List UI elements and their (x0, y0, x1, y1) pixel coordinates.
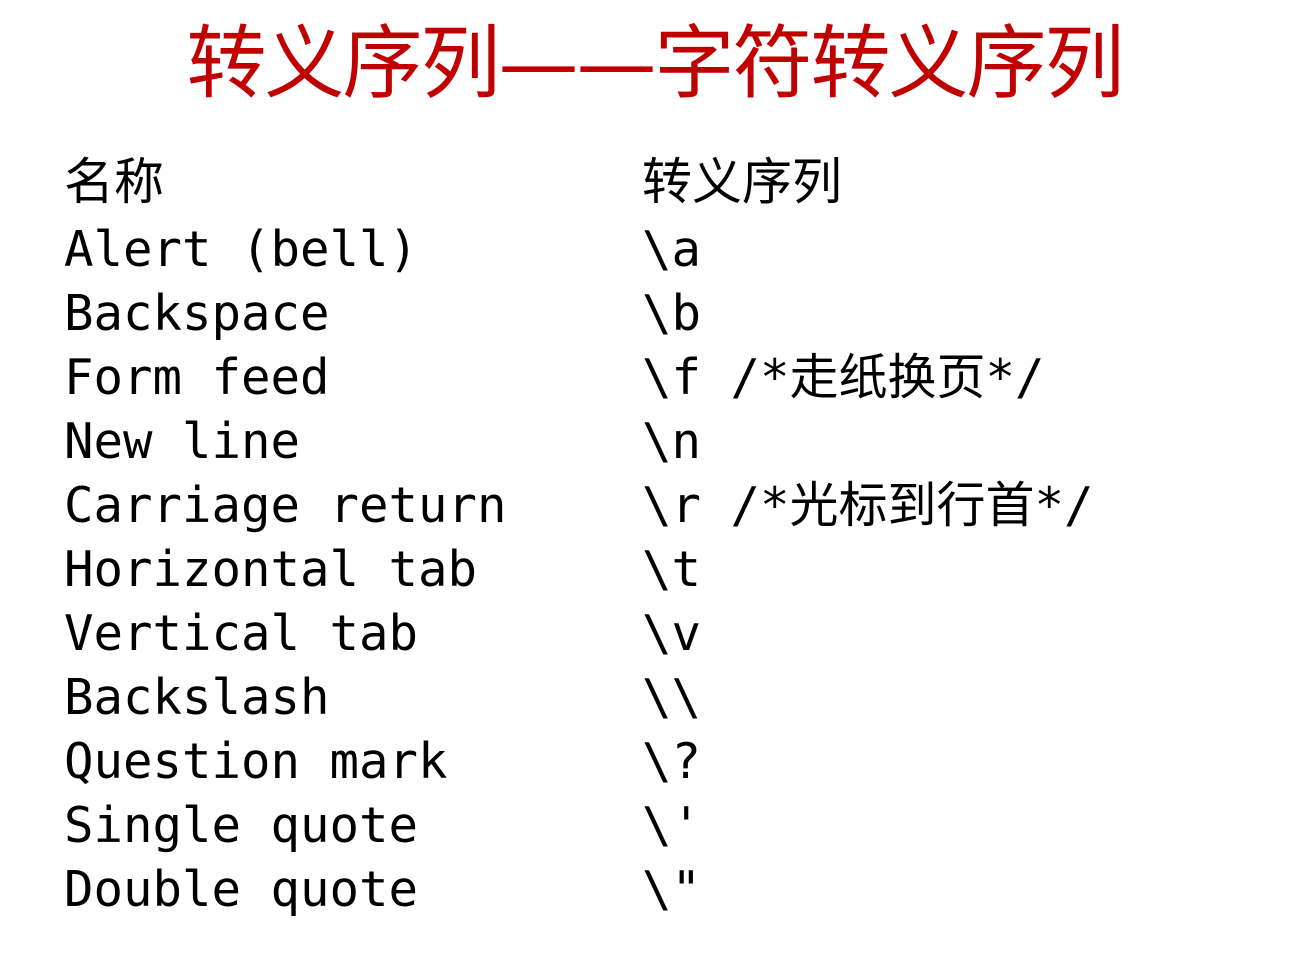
row-sequence: \a (642, 221, 702, 278)
escape-sequence-table: Alert (bell) \a Backspace \b Form feed \… (0, 218, 1309, 922)
table-row: Horizontal tab \t (0, 538, 1309, 602)
slide-title: 转义序列——字符转义序列 (186, 17, 1125, 110)
row-sequence: \b (642, 285, 702, 342)
row-name: Carriage return (64, 477, 507, 534)
row-name: Question mark (64, 733, 448, 790)
table-row: Carriage return \r /*光标到行首*/ (0, 474, 1309, 538)
row-sequence: \r /*光标到行首*/ (642, 477, 1094, 534)
table-row: Backslash \\ (0, 666, 1309, 730)
row-name: Single quote (64, 797, 419, 854)
table-row: New line \n (0, 410, 1309, 474)
row-sequence: \" (642, 861, 702, 918)
row-name: New line (64, 413, 301, 470)
row-name: Backslash (64, 669, 330, 726)
table-row: Vertical tab \v (0, 602, 1309, 666)
row-sequence: \f /*走纸换页*/ (642, 349, 1045, 406)
row-sequence: \' (642, 797, 702, 854)
row-name: Vertical tab (64, 605, 419, 662)
table-row: Single quote \' (0, 794, 1309, 858)
column-header-name: 名称 (64, 153, 164, 211)
column-header-sequence: 转义序列 (642, 153, 842, 211)
table-row: Question mark \? (0, 730, 1309, 794)
row-name: Form feed (64, 349, 330, 406)
row-sequence: \v (642, 605, 702, 662)
slide: 转义序列——字符转义序列 名称 转义序列 Alert (bell) \a Bac… (0, 0, 1309, 955)
table-row: Alert (bell) \a (0, 218, 1309, 282)
row-sequence: \t (642, 541, 702, 598)
table-row: Backspace \b (0, 282, 1309, 346)
row-name: Backspace (64, 285, 330, 342)
row-name: Horizontal tab (64, 541, 478, 598)
table-header: 名称 转义序列 (0, 150, 1309, 214)
row-name: Double quote (64, 861, 419, 918)
row-sequence: \\ (642, 669, 702, 726)
row-name: Alert (bell) (64, 221, 419, 278)
row-sequence: \n (642, 413, 702, 470)
table-row: Double quote \" (0, 858, 1309, 922)
table-row: Form feed \f /*走纸换页*/ (0, 346, 1309, 410)
row-sequence: \? (642, 733, 702, 790)
